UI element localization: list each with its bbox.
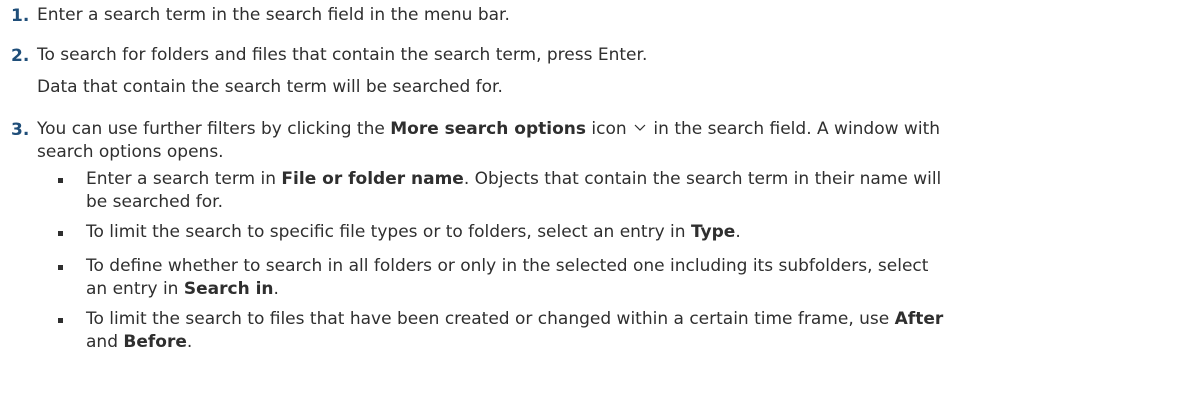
ui-term: More search options: [390, 119, 586, 139]
bullet-text-continued: and Before.: [86, 330, 192, 354]
ui-term: Before: [123, 332, 187, 352]
ui-term: Type: [690, 222, 736, 242]
ui-term: After: [894, 309, 944, 329]
bullet-text: Enter a search term in File or folder na…: [86, 167, 941, 191]
step-text: To search for folders and files that con…: [37, 45, 648, 65]
step-number: 3.: [11, 120, 30, 140]
step-text: You can use further filters by clicking …: [37, 117, 940, 141]
chevron-down-icon: [632, 116, 648, 140]
bullet-icon: [58, 231, 63, 236]
bullet-text: To limit the search to specific file typ…: [86, 220, 741, 244]
step-result: Data that contain the search term will b…: [37, 77, 503, 97]
bullet-icon: [58, 318, 63, 323]
bullet-icon: [58, 265, 63, 270]
text-segment: .: [273, 279, 279, 299]
text-segment: To limit the search to specific file typ…: [86, 222, 691, 242]
text-segment: .: [186, 332, 193, 352]
step-text: Enter a search term in the search field …: [37, 5, 510, 25]
step-number: 2.: [11, 46, 30, 66]
text-segment: . Objects that contain the search term i…: [463, 169, 942, 189]
text-segment: To limit the search to files that have b…: [86, 309, 895, 329]
bullet-text: To limit the search to files that have b…: [86, 307, 943, 331]
step-number: 1.: [11, 6, 30, 26]
text-segment: an entry in: [86, 279, 184, 299]
ui-term: Search in: [183, 279, 274, 299]
step-text-continued: search options opens.: [37, 142, 224, 162]
text-segment: and: [86, 332, 124, 352]
text-segment: icon: [585, 119, 633, 139]
text-segment: in the search field. A window with: [648, 119, 941, 139]
ui-term: File or folder name: [281, 169, 464, 189]
bullet-text-continued: an entry in Search in.: [86, 277, 279, 301]
bullet-text: To define whether to search in all folde…: [86, 256, 929, 276]
text-segment: .: [735, 222, 741, 242]
bullet-text-continued: be searched for.: [86, 192, 223, 212]
text-segment: Enter a search term in: [86, 169, 282, 189]
text-segment: You can use further filters by clicking …: [37, 119, 391, 139]
bullet-icon: [58, 178, 63, 183]
